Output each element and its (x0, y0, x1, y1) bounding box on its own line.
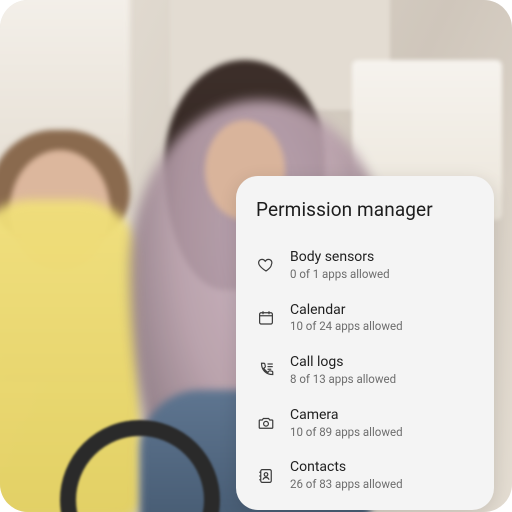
permission-subtext: 8 of 13 apps allowed (290, 373, 396, 387)
permission-label: Call logs (290, 354, 396, 371)
permission-subtext: 0 of 1 apps allowed (290, 268, 390, 282)
permission-label: Calendar (290, 302, 403, 319)
heart-icon (256, 255, 276, 275)
call-log-icon (256, 360, 276, 380)
permission-row-calendar[interactable]: Calendar 10 of 24 apps allowed (256, 292, 474, 345)
calendar-icon (256, 308, 276, 328)
camera-icon (256, 413, 276, 433)
contacts-icon (256, 466, 276, 486)
permission-subtext: 26 of 83 apps allowed (290, 478, 403, 492)
card-title: Permission manager (256, 198, 474, 221)
permission-label: Camera (290, 407, 403, 424)
permission-row-body-sensors[interactable]: Body sensors 0 of 1 apps allowed (256, 239, 474, 292)
permission-row-camera[interactable]: Camera 10 of 89 apps allowed (256, 397, 474, 450)
permission-subtext: 10 of 24 apps allowed (290, 320, 403, 334)
permission-label: Body sensors (290, 249, 390, 266)
permission-row-contacts[interactable]: Contacts 26 of 83 apps allowed (256, 449, 474, 502)
promo-scene: Permission manager Body sensors 0 of 1 a… (0, 0, 512, 512)
permission-label: Contacts (290, 459, 403, 476)
permission-subtext: 10 of 89 apps allowed (290, 426, 403, 440)
permission-row-call-logs[interactable]: Call logs 8 of 13 apps allowed (256, 344, 474, 397)
permission-manager-card: Permission manager Body sensors 0 of 1 a… (236, 176, 494, 510)
